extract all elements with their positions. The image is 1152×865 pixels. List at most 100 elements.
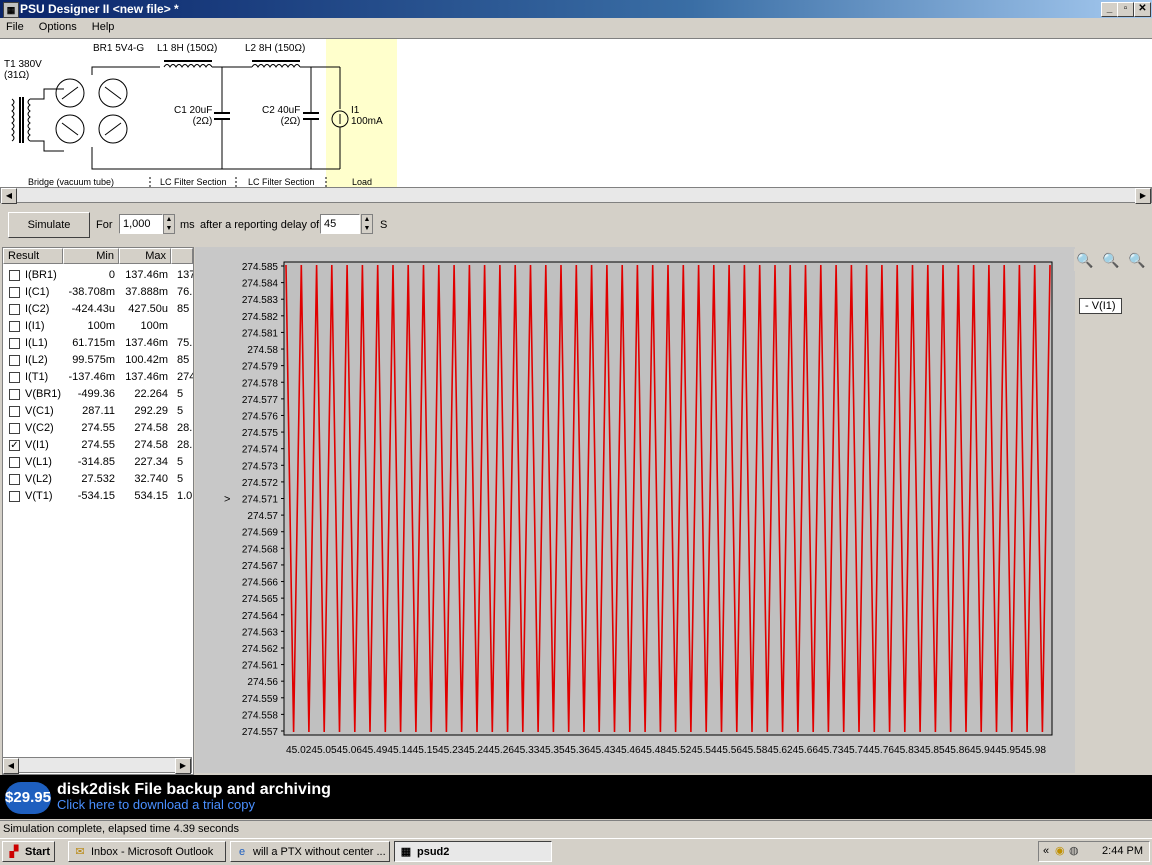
section-load-label: Load xyxy=(352,177,373,187)
row-checkbox[interactable] xyxy=(9,389,20,400)
y-tick-label: 274.567 xyxy=(242,561,279,572)
table-row[interactable]: ✓ V(I1) 274.55 274.58 28. xyxy=(3,437,193,454)
minimize-button[interactable]: _ xyxy=(1101,2,1118,17)
scroll-right-icon[interactable]: ▶ xyxy=(1135,188,1151,204)
result-max: 32.740 xyxy=(134,473,168,485)
y-tick-label: 274.57 xyxy=(247,511,278,522)
result-name: V(C2) xyxy=(25,422,54,434)
result-name: V(C1) xyxy=(25,405,54,417)
result-max: 100m xyxy=(140,320,168,332)
result-min: 274.55 xyxy=(81,439,115,451)
row-checkbox[interactable] xyxy=(9,270,20,281)
result-extra: 5 xyxy=(177,473,184,485)
row-checkbox[interactable] xyxy=(9,406,20,417)
menu-file[interactable]: File xyxy=(0,19,30,35)
result-name: I(L1) xyxy=(25,337,48,349)
y-tick-label: 274.577 xyxy=(242,395,279,406)
scroll-left-icon[interactable]: ◀ xyxy=(3,758,19,774)
row-checkbox[interactable] xyxy=(9,338,20,349)
taskbar-item-outlook[interactable]: ✉ Inbox - Microsoft Outlook xyxy=(68,841,226,862)
table-row[interactable]: V(L2) 27.532 32.740 5 xyxy=(3,471,193,488)
zoom-in-icon[interactable]: 🔍 xyxy=(1074,249,1096,271)
chart-legend: - V(I1) xyxy=(1079,298,1122,314)
x-tick-labels: 45.0245.0545.0645.4945.1445.1545.2345.24… xyxy=(286,745,1046,756)
network-icon[interactable]: ◍ xyxy=(1069,842,1079,861)
result-max: 137.46m xyxy=(125,371,168,383)
scroll-left-icon[interactable]: ◀ xyxy=(1,188,17,204)
row-checkbox[interactable] xyxy=(9,372,20,383)
schematic-scrollbar[interactable]: ◀ ▶ xyxy=(0,187,1152,204)
ad-download-link[interactable]: Click here to download a trial copy xyxy=(57,797,255,812)
row-checkbox[interactable] xyxy=(9,474,20,485)
y-tick-label: 274.558 xyxy=(242,710,279,721)
maximize-button[interactable]: ▫ xyxy=(1117,2,1134,17)
table-row[interactable]: V(T1) -534.15 534.15 1.0 xyxy=(3,488,193,505)
table-row[interactable]: V(C1) 287.11 292.29 5 xyxy=(3,403,193,420)
section-lc1-label: LC Filter Section xyxy=(160,177,227,187)
result-max: 274.58 xyxy=(134,422,168,434)
row-checkbox[interactable] xyxy=(9,491,20,502)
app-icon[interactable]: ▦ xyxy=(3,2,19,18)
row-checkbox[interactable]: ✓ xyxy=(9,440,20,451)
result-name: I(C2) xyxy=(25,303,50,315)
table-row[interactable]: I(I1) 100m 100m xyxy=(3,318,193,335)
table-row[interactable]: I(T1) -137.46m 137.46m 274 xyxy=(3,369,193,386)
simulate-button[interactable]: Simulate xyxy=(8,212,90,238)
close-button[interactable]: ✕ xyxy=(1134,2,1151,17)
table-row[interactable]: V(L1) -314.85 227.34 5 xyxy=(3,454,193,471)
table-row[interactable]: I(BR1) 0 137.46m 137 xyxy=(3,267,193,284)
column-header-extra[interactable] xyxy=(171,248,193,264)
row-checkbox[interactable] xyxy=(9,457,20,468)
table-row[interactable]: I(L2) 99.575m 100.42m 85 xyxy=(3,352,193,369)
table-row[interactable]: V(BR1) -499.36 22.264 5 xyxy=(3,386,193,403)
chart[interactable]: 274.585 274.584 274.583 274.582 274.581 274.5… xyxy=(195,247,1075,773)
y-tick-label: 274.582 xyxy=(242,312,279,323)
result-min: 61.715m xyxy=(72,337,115,349)
taskbar-item-psud2[interactable]: ▦ psud2 xyxy=(394,841,552,862)
menu-bar: File Options Help xyxy=(0,19,1152,37)
tray-expand-icon[interactable]: « xyxy=(1043,842,1049,861)
delay-input[interactable]: 45 xyxy=(320,214,360,234)
internet-explorer-icon: e xyxy=(238,846,246,858)
row-checkbox[interactable] xyxy=(9,355,20,366)
row-checkbox[interactable] xyxy=(9,304,20,315)
zoom-out-icon[interactable]: 🔍 xyxy=(1100,249,1122,271)
psud2-app-icon: ▦ xyxy=(400,846,412,858)
row-checkbox[interactable] xyxy=(9,287,20,298)
results-table: Result Min Max I(BR1) 0 137.46m 137 I(C1) -38… xyxy=(2,247,194,775)
taskbar-item-label: psud2 xyxy=(417,846,450,858)
result-name: I(I1) xyxy=(25,320,45,332)
column-header-max[interactable]: Max xyxy=(119,248,171,264)
duration-spinner[interactable]: ▲ ▼ xyxy=(163,214,175,234)
chart-marker: > xyxy=(224,494,230,506)
l1-label: L1 8H (150Ω) xyxy=(157,43,218,54)
section-lc2-label: LC Filter Section xyxy=(248,177,315,187)
results-scrollbar[interactable]: ◀ ▶ xyxy=(2,757,192,774)
result-min: -314.85 xyxy=(77,456,115,468)
table-row[interactable]: I(L1) 61.715m 137.46m 75. xyxy=(3,335,193,352)
menu-options[interactable]: Options xyxy=(33,19,83,35)
title-bar: ▦ PSU Designer II <new file> * _ ▫ ✕ xyxy=(0,0,1152,18)
duration-input[interactable]: 1,000 xyxy=(119,214,163,234)
y-tick-label: 274.573 xyxy=(242,461,279,472)
start-button[interactable]: ▞ Start xyxy=(2,841,55,862)
row-checkbox[interactable] xyxy=(9,423,20,434)
status-bar: Simulation complete, elapsed time 4.39 s… xyxy=(0,820,1152,838)
table-row[interactable]: I(C2) -424.43u 427.50u 85 xyxy=(3,301,193,318)
ad-banner[interactable]: $29.95 disk2disk File backup and archivi… xyxy=(0,775,1152,819)
column-header-min[interactable]: Min xyxy=(63,248,119,264)
column-header-result[interactable]: Result xyxy=(3,248,63,264)
table-row[interactable]: I(C1) -38.708m 37.888m 76. xyxy=(3,284,193,301)
result-min: -534.15 xyxy=(77,490,115,502)
result-max: 427.50u xyxy=(128,303,168,315)
zoom-reset-icon[interactable]: 🔍 xyxy=(1126,249,1148,271)
scroll-right-icon[interactable]: ▶ xyxy=(175,758,191,774)
table-row[interactable]: V(C2) 274.55 274.58 28. xyxy=(3,420,193,437)
menu-help[interactable]: Help xyxy=(86,19,121,35)
row-checkbox[interactable] xyxy=(9,321,20,332)
messenger-icon[interactable]: ◉ xyxy=(1055,842,1065,861)
delay-spinner[interactable]: ▲ ▼ xyxy=(361,214,373,234)
c2-label: C2 40uF (2Ω) xyxy=(262,105,301,127)
taskbar-item-browser[interactable]: e will a PTX without center ... xyxy=(230,841,390,862)
result-extra: 28. xyxy=(177,439,193,451)
